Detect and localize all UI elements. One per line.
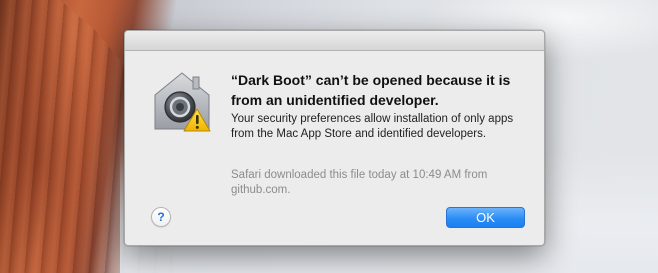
help-button[interactable]: ? xyxy=(151,207,171,227)
security-alert-dialog: “Dark Boot” can’t be opened because it i… xyxy=(124,30,545,246)
dialog-titlebar[interactable] xyxy=(125,31,544,51)
ok-button[interactable]: OK xyxy=(446,207,525,228)
dialog-message: Your security preferences allow installa… xyxy=(231,113,514,140)
gatekeeper-warning-icon xyxy=(147,69,217,135)
dialog-title: “Dark Boot” can’t be opened because it i… xyxy=(231,72,511,108)
dialog-download-info: Safari downloaded this file today at 10:… xyxy=(231,169,488,196)
